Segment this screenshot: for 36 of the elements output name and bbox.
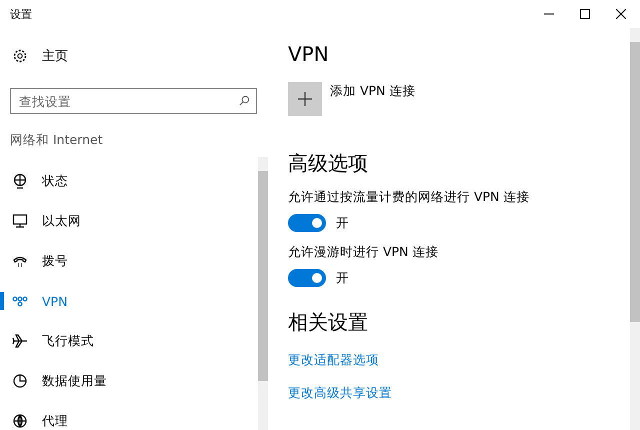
window-title: 设置 [10, 6, 32, 22]
option-label: 允许漫游时进行 VPN 连接 [288, 244, 440, 261]
sidebar-item[interactable]: 状态 [0, 161, 258, 201]
toggle-switch[interactable] [288, 269, 326, 287]
maximize-icon[interactable] [580, 9, 590, 19]
section-heading: 高级选项 [288, 150, 369, 177]
settings-icon [12, 48, 28, 64]
add-vpn-label[interactable]: 添加 VPN 连接 [330, 83, 416, 100]
settings-link[interactable]: 更改适配器选项 [288, 352, 379, 369]
monitor-icon [12, 213, 28, 229]
scrollbar[interactable] [630, 28, 640, 430]
toggle-state: 开 [336, 270, 349, 286]
settings-link[interactable]: 更改高级共享设置 [288, 385, 392, 402]
section-heading: 网络和 Internet [10, 132, 104, 149]
sidebar-item[interactable]: 代理 [0, 401, 258, 430]
home-link[interactable]: 主页 [42, 47, 68, 65]
sidebar-item[interactable]: 数据使用量 [0, 361, 258, 401]
close-icon[interactable] [616, 9, 626, 19]
page-title: VPN [288, 42, 330, 66]
airplane-icon [12, 333, 28, 349]
sidebar-item[interactable]: VPN [0, 281, 258, 321]
sidebar-item[interactable]: 拨号 [0, 241, 258, 281]
section-heading: 相关设置 [288, 309, 369, 336]
sidebar-item[interactable]: 以太网 [0, 201, 258, 241]
search-icon [239, 95, 250, 106]
toggle-state: 开 [336, 214, 349, 232]
pie-chart-icon [12, 373, 28, 389]
search-field[interactable]: 查找设置 [10, 88, 257, 114]
globe-monitor-icon [12, 173, 28, 189]
add-vpn-button[interactable] [288, 82, 322, 116]
scrollbar[interactable] [258, 157, 268, 430]
toggle-switch[interactable] [288, 214, 326, 232]
sidebar-item[interactable]: 飞行模式 [0, 321, 258, 361]
globe-icon [12, 413, 28, 429]
plus-icon [297, 91, 313, 107]
option-label: 允许通过按流量计费的网络进行 VPN 连接 [288, 189, 530, 206]
